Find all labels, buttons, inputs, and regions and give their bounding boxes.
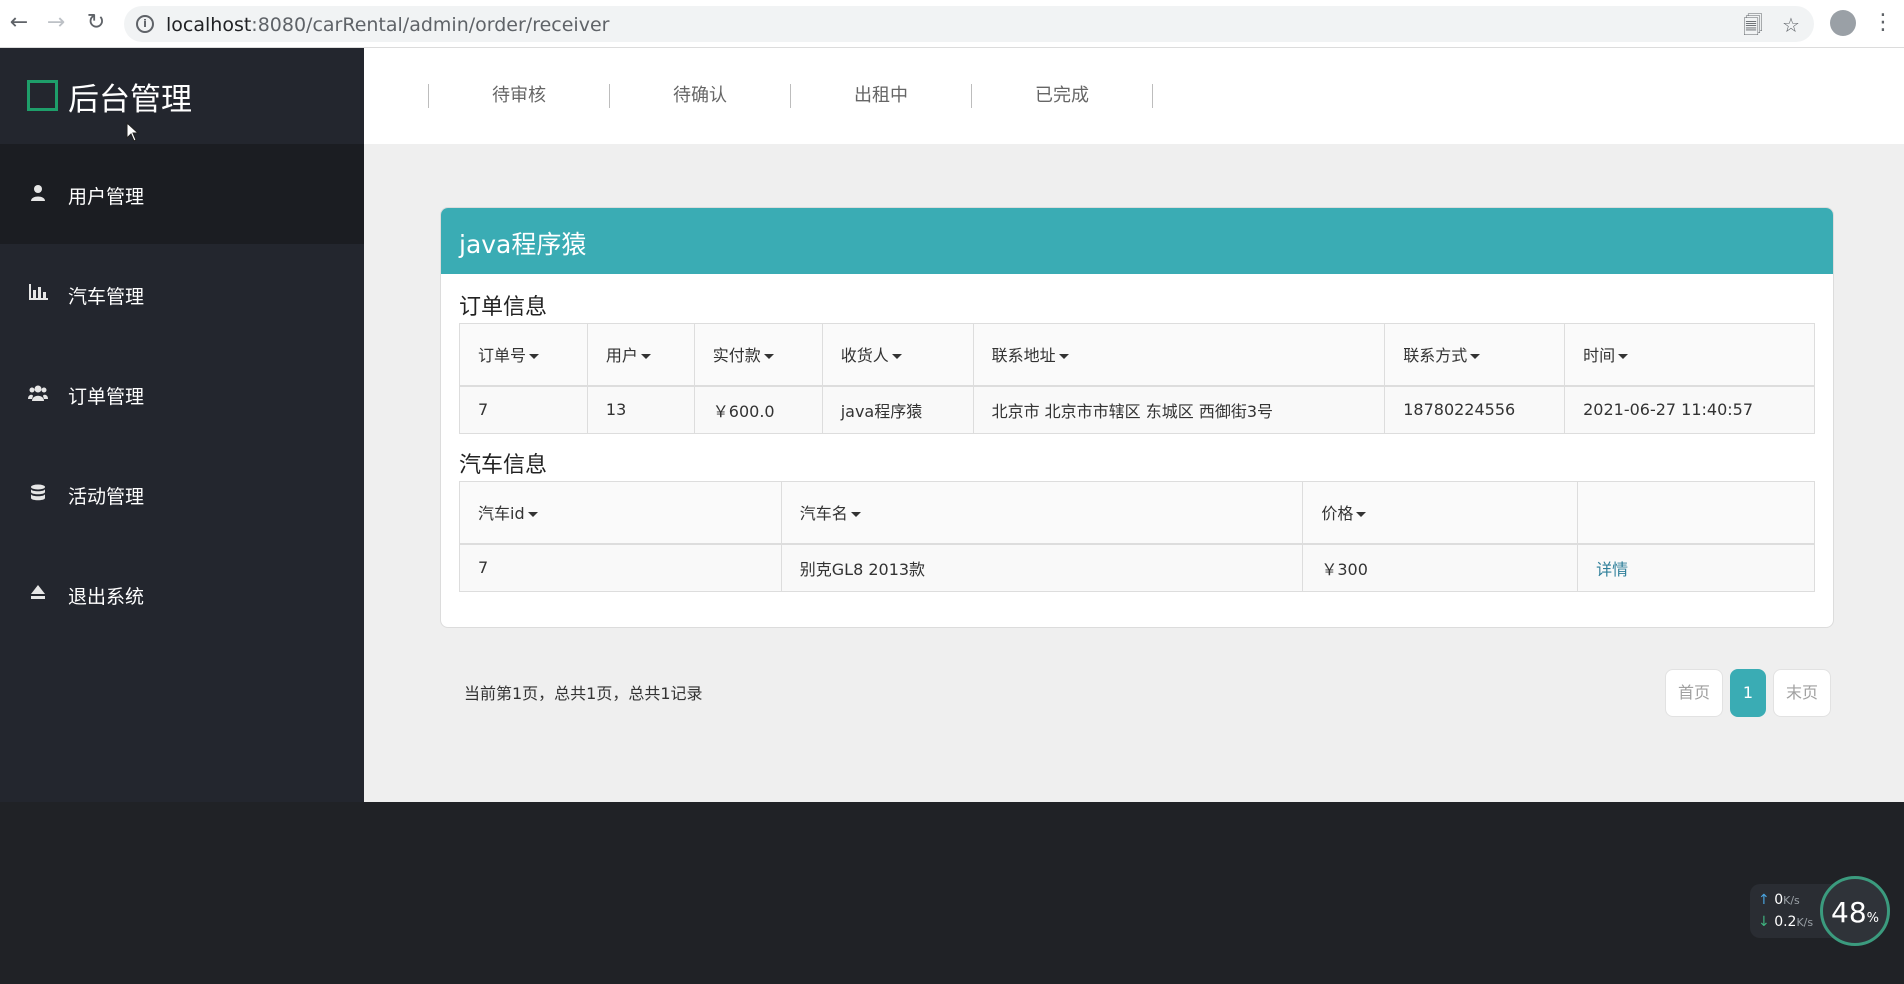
sidebar-item-label: 用户管理	[68, 186, 145, 208]
sidebar-item-label: 活动管理	[68, 486, 145, 508]
caret-down-icon	[640, 354, 651, 360]
car-table: 汽车id 汽车名 价格 7 别克GL8 2013款 ￥300 详情	[459, 481, 1815, 592]
caret-down-icon	[1470, 354, 1481, 360]
address-bar[interactable]: i localhost:8080/carRental/admin/order/r…	[124, 6, 1814, 42]
pagination-info: 当前第1页，总共1页，总共1记录	[464, 684, 703, 703]
sidebar-item-users[interactable]: 用户管理	[0, 144, 364, 244]
status-tabs: 待审核 待确认 出租中 已完成	[364, 48, 1904, 144]
car-section-title: 汽车信息	[459, 453, 548, 478]
table-row: 7 13 ￥600.0 java程序猿 北京市 北京市市辖区 东城区 西御街3号…	[459, 385, 1815, 434]
site-info-icon[interactable]: i	[136, 15, 154, 33]
sidebar: 后台管理 用户管理 汽车管理 订单管理 活动管理 退出系统	[0, 48, 364, 802]
reload-icon[interactable]: ↻	[85, 12, 107, 34]
column-header-user[interactable]: 用户	[586, 323, 695, 387]
caret-down-icon	[1058, 354, 1069, 360]
last-page-button[interactable]: 末页	[1773, 669, 1831, 717]
tab-pending-review[interactable]: 待审核	[428, 84, 609, 108]
sidebar-item-orders[interactable]: 订单管理	[0, 344, 364, 444]
caret-down-icon	[763, 354, 774, 360]
download-arrow-icon: ↓	[1758, 914, 1770, 930]
table-header-row: 汽车id 汽车名 价格	[459, 481, 1815, 545]
caret-down-icon	[529, 354, 540, 360]
browser-toolbar: ← → ↻ i localhost:8080/carRental/admin/o…	[0, 0, 1904, 48]
tab-renting[interactable]: 出租中	[790, 84, 971, 108]
cell-user: 13	[586, 385, 695, 434]
page-1-button[interactable]: 1	[1730, 669, 1766, 717]
cell-address: 北京市 北京市市辖区 东城区 西御街3号	[972, 385, 1386, 434]
cell-time: 2021-06-27 11:40:57	[1564, 385, 1815, 434]
cell-price: ￥300	[1302, 543, 1579, 592]
eject-icon	[28, 584, 48, 604]
column-header-time[interactable]: 时间	[1564, 323, 1815, 387]
tab-completed[interactable]: 已完成	[971, 84, 1152, 108]
profile-avatar-icon[interactable]	[1830, 10, 1856, 36]
cell-car-name: 别克GL8 2013款	[780, 543, 1304, 592]
column-header-paid[interactable]: 实付款	[693, 323, 823, 387]
order-table: 订单号 用户 实付款 收货人 联系地址 联系方式 时间 7 13 ￥600.0 …	[459, 323, 1815, 434]
detail-link[interactable]: 详情	[1596, 560, 1628, 579]
order-detail-panel: java程序猿 订单信息 订单号 用户 实付款 收货人 联系地址 联系方式 时间…	[440, 207, 1834, 628]
tab-pending-confirm[interactable]: 待确认	[609, 84, 790, 108]
cell-car-id: 7	[459, 543, 782, 592]
mouse-cursor-icon	[126, 121, 140, 146]
cell-receiver: java程序猿	[821, 385, 974, 434]
panel-title: java程序猿	[459, 230, 587, 259]
logo-square-icon	[27, 80, 58, 111]
bar-chart-icon	[28, 284, 48, 304]
caret-down-icon	[527, 512, 538, 518]
user-icon	[28, 184, 48, 204]
column-header-car-id[interactable]: 汽车id	[459, 481, 782, 545]
caret-down-icon	[891, 354, 902, 360]
caret-down-icon	[1356, 512, 1367, 518]
table-header-row: 订单号 用户 实付款 收货人 联系地址 联系方式 时间	[459, 323, 1815, 387]
sidebar-item-logout[interactable]: 退出系统	[0, 544, 364, 644]
network-speed-widget: ↑ 0K/s ↓ 0.2K/s 48%	[1750, 876, 1890, 948]
caret-down-icon	[1618, 354, 1629, 360]
users-icon	[28, 384, 48, 404]
forward-arrow-icon[interactable]: →	[45, 12, 67, 34]
sidebar-item-cars[interactable]: 汽车管理	[0, 244, 364, 344]
column-header-contact[interactable]: 联系方式	[1384, 323, 1566, 387]
address-url[interactable]: localhost:8080/carRental/admin/order/rec…	[166, 14, 609, 36]
sidebar-item-activities[interactable]: 活动管理	[0, 444, 364, 544]
translate-icon[interactable]: 🗐	[1742, 14, 1764, 36]
caret-down-icon	[850, 512, 861, 518]
sidebar-item-label: 汽车管理	[68, 286, 145, 308]
back-arrow-icon[interactable]: ←	[8, 12, 30, 34]
memory-usage-gauge[interactable]: 48%	[1820, 876, 1890, 946]
tab-divider	[1152, 84, 1153, 108]
brand: 后台管理	[0, 48, 364, 144]
column-header-order-id[interactable]: 订单号	[459, 323, 588, 387]
sidebar-item-label: 退出系统	[68, 586, 145, 608]
column-header-car-name[interactable]: 汽车名	[780, 481, 1304, 545]
upload-speed: ↑ 0K/s	[1758, 892, 1800, 908]
cell-paid: ￥600.0	[693, 385, 823, 434]
database-icon	[28, 484, 48, 504]
column-header-price[interactable]: 价格	[1302, 481, 1579, 545]
sidebar-item-label: 订单管理	[68, 386, 145, 408]
first-page-button[interactable]: 首页	[1665, 669, 1723, 717]
upload-arrow-icon: ↑	[1758, 892, 1770, 908]
browser-menu-icon[interactable]: ⋮	[1872, 10, 1894, 36]
order-section-title: 订单信息	[459, 295, 548, 320]
cell-action: 详情	[1577, 543, 1815, 592]
download-speed: ↓ 0.2K/s	[1758, 914, 1814, 930]
brand-title: 后台管理	[68, 82, 192, 118]
bookmark-star-icon[interactable]: ☆	[1780, 14, 1802, 36]
main-content: 待审核 待确认 出租中 已完成 java程序猿 订单信息 订单号 用户 实付款 …	[364, 48, 1904, 802]
cell-contact: 18780224556	[1384, 385, 1566, 434]
panel-header: java程序猿	[441, 208, 1833, 274]
column-header-receiver[interactable]: 收货人	[821, 323, 974, 387]
column-header-address[interactable]: 联系地址	[972, 323, 1386, 387]
column-header-action	[1577, 481, 1815, 545]
cell-order-id: 7	[459, 385, 588, 434]
table-row: 7 别克GL8 2013款 ￥300 详情	[459, 543, 1815, 592]
